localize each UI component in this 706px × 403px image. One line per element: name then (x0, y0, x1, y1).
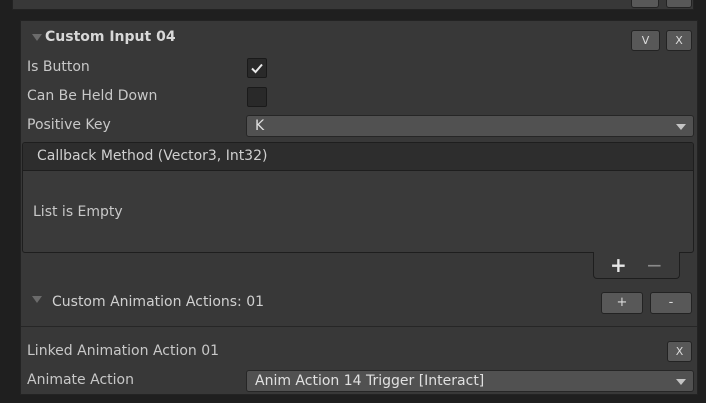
chevron-down-icon (676, 379, 686, 385)
chevron-down-icon (676, 124, 686, 130)
linked-action-title: Linked Animation Action 01 (27, 343, 220, 359)
animate-action-dropdown[interactable]: Anim Action 14 Trigger [Interact] (246, 370, 694, 392)
foldout-triangle-icon[interactable] (32, 34, 42, 41)
callback-footer (593, 252, 680, 279)
positive-key-value: K (255, 118, 265, 134)
previous-item-strip (12, 0, 694, 10)
previous-v-button[interactable] (631, 0, 659, 8)
x-button[interactable]: X (666, 30, 692, 51)
animate-action-label: Animate Action (27, 372, 134, 388)
animation-add-button[interactable]: + (601, 292, 643, 314)
animation-remove-button[interactable]: - (650, 292, 692, 314)
callback-header-text: Callback Method (Vector3, Int32) (37, 148, 268, 164)
divider (21, 326, 697, 327)
v-button[interactable]: V (631, 30, 660, 51)
positive-key-label: Positive Key (27, 117, 111, 133)
is-button-checkbox[interactable] (247, 58, 267, 78)
custom-input-title[interactable]: Custom Input 04 (45, 29, 176, 45)
animation-foldout-triangle-icon[interactable] (32, 296, 42, 303)
callback-add-button[interactable]: + (610, 253, 627, 277)
can-be-held-label: Can Be Held Down (27, 88, 158, 104)
can-be-held-checkbox[interactable] (247, 87, 267, 107)
callback-remove-button[interactable]: − (646, 253, 663, 277)
is-button-label: Is Button (27, 59, 90, 75)
animation-header[interactable]: Custom Animation Actions: 01 (52, 294, 264, 310)
positive-key-dropdown[interactable]: K (246, 115, 694, 137)
linked-action-x-button[interactable]: X (667, 341, 692, 362)
previous-x-button[interactable] (666, 0, 692, 8)
list-empty-text: List is Empty (33, 204, 123, 220)
animate-action-value: Anim Action 14 Trigger [Interact] (255, 373, 485, 389)
checkmark-icon (251, 63, 263, 74)
